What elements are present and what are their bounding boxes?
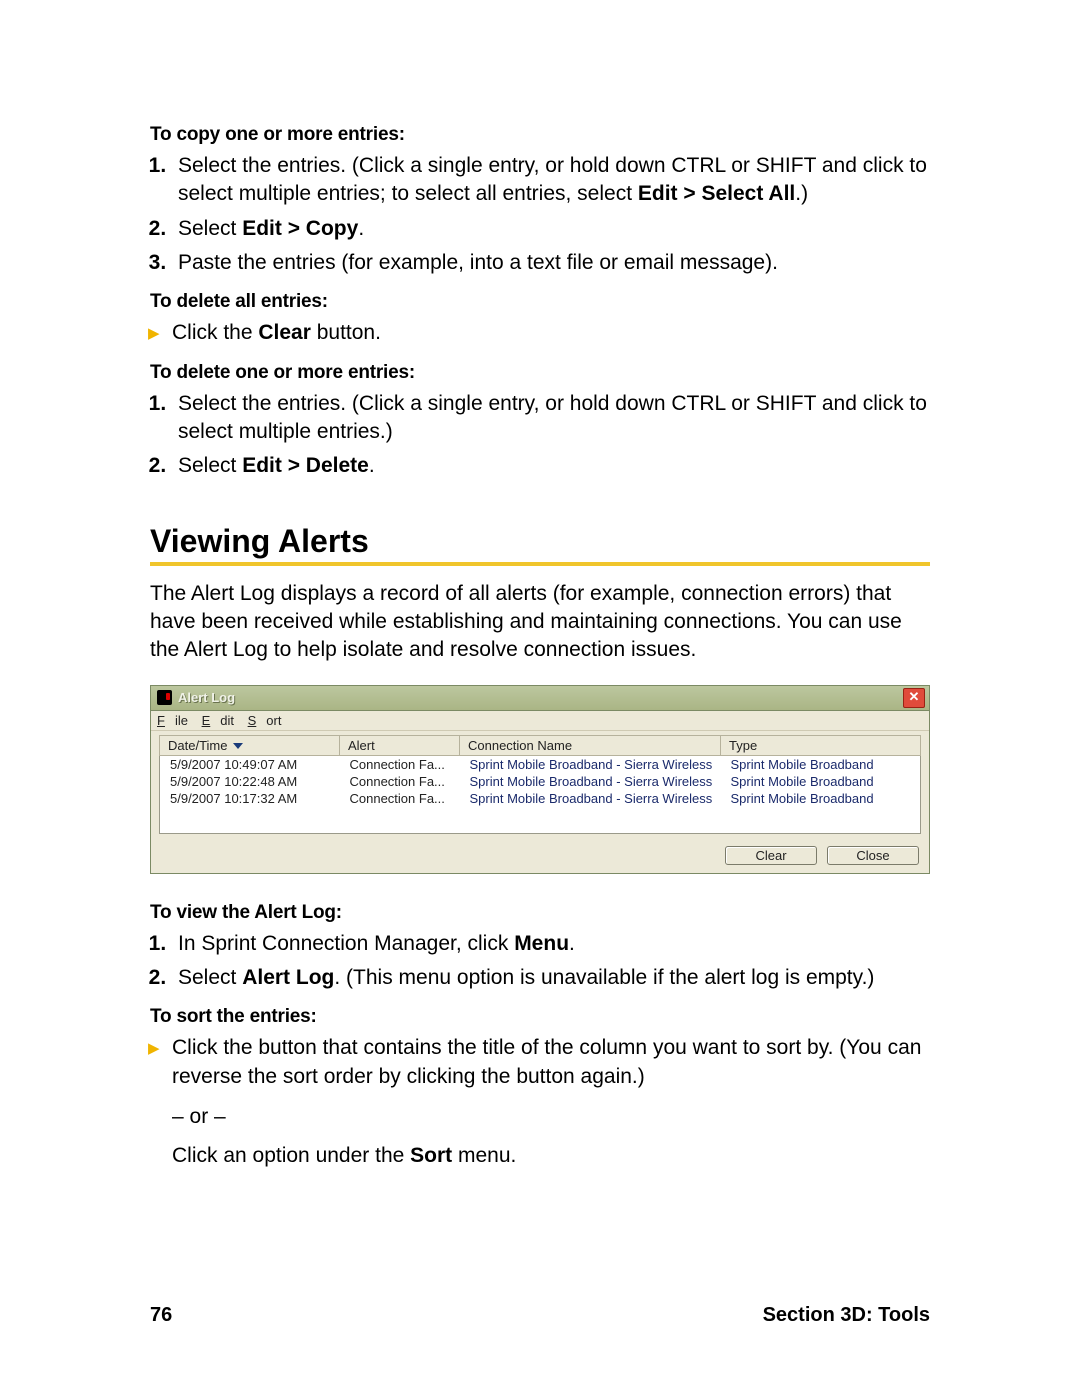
heading-copy: To copy one or more entries: [150, 124, 930, 146]
page-number: 76 [150, 1304, 172, 1327]
col-type[interactable]: Type [721, 735, 921, 755]
section-heading-viewing-alerts: Viewing Alerts [150, 523, 930, 560]
text: Select the entries. (Click a single entr… [178, 154, 927, 205]
triangle-bullet-icon: ▶ [148, 324, 160, 344]
text: Select [178, 966, 242, 989]
menubar: File Edit Sort [151, 711, 929, 731]
menu-file[interactable]: File [157, 713, 188, 728]
cell-date: 5/9/2007 10:22:48 AM [160, 773, 340, 790]
cell-alert: Connection Fa... [340, 755, 460, 773]
section-intro: The Alert Log displays a record of all a… [150, 580, 930, 665]
sort-line2: Click an option under the Sort menu. [150, 1142, 930, 1170]
heading-delete-all: To delete all entries: [150, 291, 930, 313]
bold: Menu [514, 932, 569, 955]
copy-step-2: Select Edit > Copy. [172, 215, 930, 243]
copy-step-1: Select the entries. (Click a single entr… [172, 152, 930, 209]
cell-type: Sprint Mobile Broadband [721, 755, 921, 773]
bold: Edit > Select All [638, 182, 795, 205]
heading-sort: To sort the entries: [150, 1006, 930, 1028]
bold: Alert Log [242, 966, 334, 989]
copy-steps: Select the entries. (Click a single entr… [150, 152, 930, 277]
cell-date: 5/9/2007 10:17:32 AM [160, 790, 340, 807]
bold: Sort [410, 1144, 452, 1167]
text: .) [795, 182, 808, 205]
button-row: Clear Close [151, 840, 929, 873]
cell-conn: Sprint Mobile Broadband - Sierra Wireles… [460, 790, 721, 807]
bold: Clear [258, 321, 311, 344]
text: Click the button that contains the title… [172, 1036, 921, 1087]
sort-indicator-icon [233, 743, 243, 749]
heading-rule [150, 562, 930, 566]
alert-log-window: Alert Log ✕ File Edit Sort Date/Time Ale… [150, 685, 930, 874]
text: button. [311, 321, 381, 344]
delete-all-line: ▶ Click the Clear button. [150, 319, 930, 347]
text: Select [178, 217, 242, 240]
cell-conn: Sprint Mobile Broadband - Sierra Wireles… [460, 755, 721, 773]
sort-or: – or – [150, 1103, 930, 1131]
close-window-button[interactable]: Close [827, 846, 919, 865]
table-row[interactable]: 5/9/2007 10:49:07 AM Connection Fa... Sp… [160, 755, 921, 773]
text: . [369, 454, 375, 477]
view-log-step-2: Select Alert Log. (This menu option is u… [172, 964, 930, 992]
clear-button[interactable]: Clear [725, 846, 817, 865]
text: . [569, 932, 575, 955]
text: In Sprint Connection Manager, click [178, 932, 514, 955]
text: menu. [452, 1144, 516, 1167]
col-alert[interactable]: Alert [340, 735, 460, 755]
text: . (This menu option is unavailable if th… [334, 966, 874, 989]
cell-type: Sprint Mobile Broadband [721, 773, 921, 790]
section-label: Section 3D: Tools [763, 1304, 930, 1327]
alert-table: Date/Time Alert Connection Name Type 5/9… [159, 735, 921, 834]
titlebar: Alert Log ✕ [151, 686, 929, 711]
menu-edit[interactable]: Edit [202, 713, 234, 728]
text: Select [178, 454, 242, 477]
sort-line1: ▶ Click the button that contains the tit… [150, 1034, 930, 1091]
heading-view-log: To view the Alert Log: [150, 902, 930, 924]
copy-step-3: Paste the entries (for example, into a t… [172, 249, 930, 277]
table-header-row: Date/Time Alert Connection Name Type [160, 735, 921, 755]
text: . [358, 217, 364, 240]
cell-type: Sprint Mobile Broadband [721, 790, 921, 807]
view-log-steps: In Sprint Connection Manager, click Menu… [150, 930, 930, 993]
cell-alert: Connection Fa... [340, 790, 460, 807]
delete-some-step-2: Select Edit > Delete. [172, 452, 930, 480]
cell-date: 5/9/2007 10:49:07 AM [160, 755, 340, 773]
close-button[interactable]: ✕ [903, 688, 925, 708]
bold: Edit > Copy [242, 217, 358, 240]
window-title: Alert Log [178, 690, 235, 705]
table-row[interactable]: 5/9/2007 10:22:48 AM Connection Fa... Sp… [160, 773, 921, 790]
text: Click the [172, 321, 258, 344]
page-footer: 76 Section 3D: Tools [150, 1304, 930, 1327]
delete-some-steps: Select the entries. (Click a single entr… [150, 390, 930, 481]
triangle-bullet-icon: ▶ [148, 1039, 160, 1059]
cell-alert: Connection Fa... [340, 773, 460, 790]
heading-delete-some: To delete one or more entries: [150, 362, 930, 384]
menu-sort[interactable]: Sort [248, 713, 282, 728]
text: Click an option under the [172, 1144, 410, 1167]
cell-conn: Sprint Mobile Broadband - Sierra Wireles… [460, 773, 721, 790]
app-icon [157, 690, 172, 705]
col-date-time[interactable]: Date/Time [160, 735, 340, 755]
col-connection-name[interactable]: Connection Name [460, 735, 721, 755]
delete-some-step-1: Select the entries. (Click a single entr… [172, 390, 930, 447]
view-log-step-1: In Sprint Connection Manager, click Menu… [172, 930, 930, 958]
table-row[interactable]: 5/9/2007 10:17:32 AM Connection Fa... Sp… [160, 790, 921, 807]
bold: Edit > Delete [242, 454, 369, 477]
